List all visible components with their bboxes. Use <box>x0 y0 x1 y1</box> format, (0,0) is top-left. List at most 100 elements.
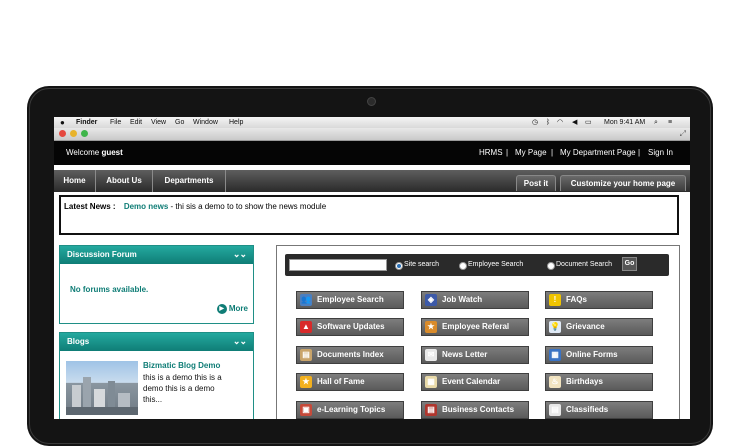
go-button[interactable]: Go <box>622 257 637 271</box>
welcome-text: Welcome guest <box>66 148 123 157</box>
calendar-icon: ▦ <box>425 376 437 388</box>
tile-job-watch[interactable]: ◈ Job Watch <box>421 291 529 309</box>
tile-label: Business Contacts <box>442 405 515 414</box>
spotlight-icon[interactable]: ⌕ <box>654 117 658 128</box>
main-nav: Home About Us Departments Post it Custom… <box>54 170 690 192</box>
tile-birthdays[interactable]: ♨ Birthdays <box>545 373 653 391</box>
menu-list-icon[interactable]: ≡ <box>668 117 672 128</box>
battery-icon[interactable]: ▭ <box>585 117 592 128</box>
tile-label: Employee Search <box>317 295 384 304</box>
wifi-icon[interactable]: ◠ <box>557 117 563 128</box>
zoom-button[interactable] <box>81 130 88 137</box>
tile-employee-search[interactable]: 👥 Employee Search <box>296 291 404 309</box>
post-it-button[interactable]: Post it <box>516 175 556 191</box>
tile-label: FAQs <box>566 295 587 304</box>
nav-departments[interactable]: Departments <box>153 170 225 192</box>
menu-edit[interactable]: Edit <box>130 117 142 128</box>
link-separator: | <box>506 148 509 157</box>
chevron-down-icon[interactable]: ⌄⌄ <box>233 333 247 349</box>
people-search-icon: 👥 <box>300 294 312 306</box>
tile-grievance[interactable]: 💡 Grievance <box>545 318 653 336</box>
chevron-down-icon[interactable]: ⌄⌄ <box>233 246 247 262</box>
tile-label: Job Watch <box>442 295 483 304</box>
apple-icon[interactable]: ● <box>60 117 65 128</box>
site-search-label[interactable]: Site search <box>404 261 439 268</box>
fullscreen-icon[interactable]: ⤢ <box>680 128 686 140</box>
customize-home-button[interactable]: Customize your home page <box>560 175 686 191</box>
tile-news-letter[interactable]: ✉ News Letter <box>421 346 529 364</box>
volume-icon[interactable]: ◀ <box>572 117 577 128</box>
welcome-user: guest <box>101 148 123 157</box>
time-machine-icon[interactable]: ◷ <box>532 117 538 128</box>
cake-icon: ♨ <box>549 376 561 388</box>
document-icon: ▤ <box>300 349 312 361</box>
panel-header[interactable]: Blogs ⌄⌄ <box>60 333 253 351</box>
warning-icon: ! <box>549 294 561 306</box>
link-my-page[interactable]: My Page <box>515 148 547 157</box>
blogs-panel: Blogs ⌄⌄ Bizmatic Blog Demo this is a de… <box>59 332 254 419</box>
site-search-radio[interactable] <box>395 262 403 270</box>
tile-label: Birthdays <box>566 377 603 386</box>
link-separator: | <box>638 148 641 157</box>
blog-thumbnail[interactable] <box>66 361 138 415</box>
no-forums-text: No forums available. <box>70 285 149 294</box>
lightbulb-icon: 💡 <box>549 321 561 333</box>
panel-header[interactable]: Discussion Forum ⌄⌄ <box>60 246 253 264</box>
document-search-label[interactable]: Document Search <box>556 261 612 268</box>
nav-home[interactable]: Home <box>54 170 95 192</box>
menubar-app-name[interactable]: Finder <box>76 117 97 128</box>
menu-window[interactable]: Window <box>193 117 218 128</box>
link-my-department-page[interactable]: My Department Page <box>560 148 636 157</box>
tile-online-forms[interactable]: ▦ Online Forms <box>545 346 653 364</box>
search-bar: Site search Employee Search Document Sea… <box>285 254 669 276</box>
menu-file[interactable]: File <box>110 117 121 128</box>
arrow-right-icon: ▶ <box>216 304 227 314</box>
top-bar: Welcome guest HRMS | My Page | My Depart… <box>54 141 690 165</box>
nav-about-us[interactable]: About Us <box>96 170 152 192</box>
tile-label: Online Forms <box>566 350 618 359</box>
quick-links-box: Site search Employee Search Document Sea… <box>276 245 680 419</box>
news-label: Latest News : <box>64 202 116 211</box>
screen: ● Finder File Edit View Go Window Help ◷… <box>54 117 690 419</box>
employee-search-label[interactable]: Employee Search <box>468 261 523 268</box>
document-search-radio[interactable] <box>547 262 555 270</box>
alert-icon: ▲ <box>300 321 312 333</box>
bluetooth-icon[interactable]: ᛒ <box>546 117 550 128</box>
tile-faqs[interactable]: ! FAQs <box>545 291 653 309</box>
employee-search-radio[interactable] <box>459 262 467 270</box>
tile-label: News Letter <box>442 350 488 359</box>
news-headline-link[interactable]: Demo news <box>124 202 168 211</box>
tile-label: Documents Index <box>317 350 384 359</box>
more-link[interactable]: ▶ More <box>216 304 248 314</box>
tile-employee-referal[interactable]: ★ Employee Referal <box>421 318 529 336</box>
tile-classifieds[interactable]: ▤ Classifieds <box>545 401 653 419</box>
search-input[interactable] <box>289 259 387 271</box>
tile-event-calendar[interactable]: ▦ Event Calendar <box>421 373 529 391</box>
menu-go[interactable]: Go <box>175 117 184 128</box>
news-line: Latest News : Demo news - thi sis a demo… <box>64 202 326 211</box>
more-label: More <box>228 304 248 314</box>
tile-e-learning-topics[interactable]: ▣ e-Learning Topics <box>296 401 404 419</box>
tile-label: Classifieds <box>566 405 609 414</box>
camera-icon <box>367 97 376 106</box>
link-sign-in[interactable]: Sign In <box>648 148 673 157</box>
tile-label: Software Updates <box>317 322 385 331</box>
close-button[interactable] <box>59 130 66 137</box>
menu-view[interactable]: View <box>151 117 166 128</box>
menu-help[interactable]: Help <box>229 117 243 128</box>
mail-icon: ✉ <box>425 349 437 361</box>
blog-post-title[interactable]: Bizmatic Blog Demo <box>143 361 220 370</box>
mac-menubar: ● Finder File Edit View Go Window Help ◷… <box>54 117 690 128</box>
tile-business-contacts[interactable]: ▤ Business Contacts <box>421 401 529 419</box>
tile-hall-of-fame[interactable]: ★ Hall of Fame <box>296 373 404 391</box>
tile-documents-index[interactable]: ▤ Documents Index <box>296 346 404 364</box>
tile-software-updates[interactable]: ▲ Software Updates <box>296 318 404 336</box>
book-icon: ▣ <box>300 404 312 416</box>
minimize-button[interactable] <box>70 130 77 137</box>
latest-news-box: Latest News : Demo news - thi sis a demo… <box>59 195 679 235</box>
panel-title: Blogs <box>67 337 90 346</box>
link-hrms[interactable]: HRMS <box>479 148 503 157</box>
menubar-clock[interactable]: Mon 9:41 AM <box>604 117 645 128</box>
tile-label: e-Learning Topics <box>317 405 386 414</box>
news-text: - thi sis a demo to to show the news mod… <box>168 202 327 211</box>
